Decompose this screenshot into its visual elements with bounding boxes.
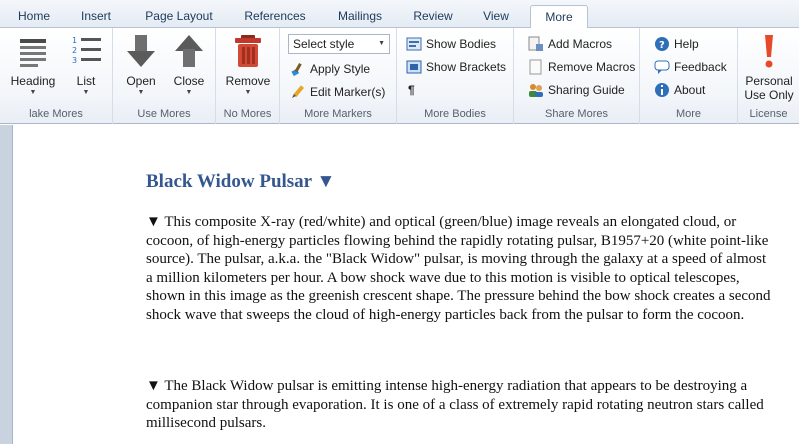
edit-markers-button[interactable]: Edit Marker(s) bbox=[290, 82, 385, 102]
close-dropdown-arrow: ▼ bbox=[185, 89, 193, 96]
document-paragraph-2[interactable]: ▼ The Black Widow pulsar is emitting int… bbox=[146, 377, 776, 433]
left-margin-strip bbox=[0, 125, 13, 444]
up-arrow-icon bbox=[175, 35, 203, 67]
document-area[interactable]: Black Widow Pulsar ▼ ▼ This composite X-… bbox=[0, 125, 799, 444]
show-brackets-label: Show Brackets bbox=[426, 60, 507, 74]
group-label-more: More bbox=[675, 108, 702, 120]
open-button[interactable]: Open ▼ bbox=[119, 31, 163, 105]
group-license: Personal Use Only License bbox=[738, 28, 799, 124]
group-label-no-mores: No Mores bbox=[223, 108, 272, 120]
remove-dropdown-arrow: ▼ bbox=[244, 89, 252, 96]
speech-bubble-icon bbox=[654, 60, 670, 74]
help-icon: ? bbox=[655, 37, 669, 51]
edit-markers-label: Edit Marker(s) bbox=[310, 85, 386, 99]
list-button[interactable]: 1 2 3 List ▼ bbox=[64, 31, 108, 105]
select-style-value: Select style bbox=[293, 37, 355, 51]
tab-insert[interactable]: Insert bbox=[66, 5, 126, 28]
tab-mailings[interactable]: Mailings bbox=[326, 5, 394, 28]
heading-icon bbox=[20, 39, 46, 67]
list-label: List bbox=[76, 74, 96, 88]
remove-macros-button[interactable]: Remove Macros bbox=[528, 57, 635, 77]
group-label-more-bodies: More Bodies bbox=[424, 108, 486, 120]
list-dropdown-arrow: ▼ bbox=[82, 89, 90, 96]
paint-brush-icon bbox=[291, 63, 302, 77]
document-paragraph-1[interactable]: ▼ This composite X-ray (red/white) and o… bbox=[146, 213, 776, 324]
heading-label: Heading bbox=[10, 74, 56, 88]
feedback-button[interactable]: Feedback bbox=[654, 57, 727, 77]
people-icon bbox=[529, 84, 543, 97]
sharing-guide-label: Sharing Guide bbox=[548, 83, 625, 97]
open-dropdown-arrow: ▼ bbox=[137, 89, 145, 96]
group-label-license: License bbox=[749, 108, 788, 120]
tab-review[interactable]: Review bbox=[404, 5, 462, 28]
group-label-use-mores: Use Mores bbox=[137, 108, 191, 120]
chevron-down-icon: ▼ bbox=[378, 40, 385, 47]
sharing-guide-button[interactable]: Sharing Guide bbox=[528, 80, 625, 100]
show-bodies-button[interactable]: Show Bodies bbox=[406, 34, 496, 54]
svg-text:?: ? bbox=[659, 40, 665, 51]
svg-text:1: 1 bbox=[72, 36, 77, 45]
ribbon: Heading ▼ 1 2 3 List ▼ lake Mores Open ▼… bbox=[0, 28, 799, 124]
down-arrow-icon bbox=[127, 35, 155, 67]
select-style-dropdown[interactable]: Select style ▼ bbox=[288, 34, 390, 54]
tab-home[interactable]: Home bbox=[8, 5, 60, 28]
tab-page-layout[interactable]: Page Layout bbox=[134, 5, 224, 28]
about-label: About bbox=[674, 83, 706, 97]
show-bodies-icon bbox=[406, 37, 422, 51]
pilcrow-button[interactable]: ¶ bbox=[406, 80, 415, 100]
pencil-icon bbox=[292, 85, 305, 98]
group-use-mores: Open ▼ Close ▼ Use Mores bbox=[113, 28, 216, 124]
numbered-list-icon: 1 2 3 bbox=[72, 36, 101, 65]
document-heading[interactable]: Black Widow Pulsar ▼ bbox=[146, 171, 335, 193]
about-button[interactable]: About bbox=[654, 80, 705, 100]
tab-references[interactable]: References bbox=[232, 5, 318, 28]
add-macros-button[interactable]: Add Macros bbox=[528, 34, 612, 54]
group-label-more-markers: More Markers bbox=[304, 108, 372, 120]
remove-macros-label: Remove Macros bbox=[548, 60, 636, 74]
heading-dropdown-arrow: ▼ bbox=[29, 89, 37, 96]
group-label-share-mores: Share Mores bbox=[545, 108, 608, 120]
trash-can-icon bbox=[235, 35, 261, 67]
ribbon-tab-bar: Home Insert Page Layout References Maili… bbox=[0, 0, 799, 29]
heading-button[interactable]: Heading ▼ bbox=[4, 31, 62, 105]
apply-style-label: Apply Style bbox=[310, 62, 371, 76]
help-label: Help bbox=[674, 37, 699, 51]
close-button[interactable]: Close ▼ bbox=[167, 31, 211, 105]
remove-button[interactable]: Remove ▼ bbox=[220, 31, 276, 105]
feedback-label: Feedback bbox=[674, 60, 727, 74]
open-label: Open bbox=[126, 74, 156, 88]
personal-use-label-line1: Personal bbox=[745, 74, 793, 88]
show-brackets-icon bbox=[406, 60, 422, 74]
info-icon bbox=[655, 83, 669, 97]
group-no-mores: Remove ▼ No Mores bbox=[216, 28, 280, 124]
help-button[interactable]: ? Help bbox=[654, 34, 699, 54]
pilcrow-icon: ¶ bbox=[408, 83, 415, 97]
svg-text:3: 3 bbox=[72, 56, 77, 65]
add-macros-icon bbox=[528, 36, 543, 51]
add-macros-label: Add Macros bbox=[548, 37, 613, 51]
group-make-mores: Heading ▼ 1 2 3 List ▼ lake Mores bbox=[0, 28, 113, 124]
svg-text:2: 2 bbox=[72, 46, 77, 55]
tab-view[interactable]: View bbox=[472, 5, 520, 28]
close-label: Close bbox=[173, 74, 205, 88]
show-brackets-button[interactable]: Show Brackets bbox=[406, 57, 506, 77]
remove-macros-icon bbox=[529, 59, 542, 75]
personal-use-button[interactable]: Personal Use Only bbox=[740, 31, 798, 105]
show-bodies-label: Show Bodies bbox=[426, 37, 497, 51]
group-label-make-mores: lake Mores bbox=[29, 108, 83, 120]
exclamation-icon bbox=[765, 35, 773, 68]
remove-label: Remove bbox=[225, 74, 271, 88]
tab-more[interactable]: More bbox=[530, 5, 588, 29]
apply-style-button[interactable]: Apply Style bbox=[290, 59, 370, 79]
personal-use-label-line2: Use Only bbox=[744, 88, 794, 102]
